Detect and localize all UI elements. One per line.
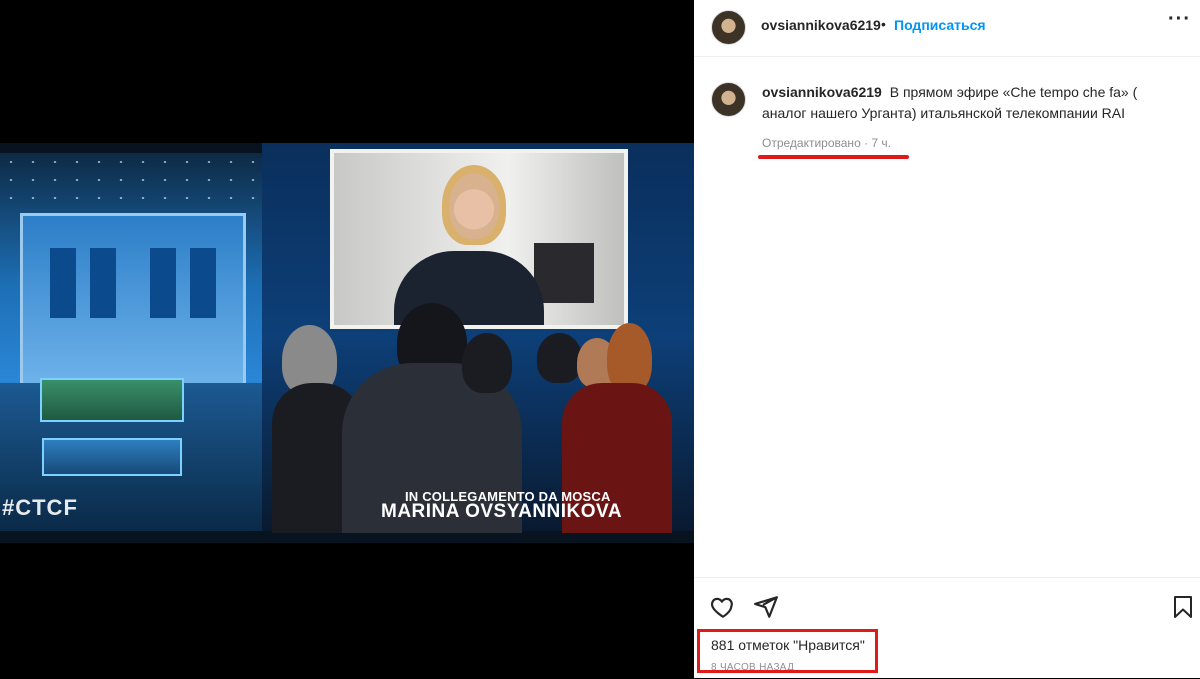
avatar[interactable] (711, 10, 746, 45)
tv-caption-name: MARINA OVSYANNIKOVA (381, 501, 623, 522)
bookmark-icon[interactable] (1171, 594, 1195, 625)
tv-photo: #CTCF IN COLLEGAMENTO DA MOSCA MARINA OV… (0, 143, 694, 543)
author-username[interactable]: ovsiannikova6219 (761, 17, 881, 33)
post-actions: 881 отметок "Нравится" 8 ЧАСОВ НАЗАД (694, 577, 1200, 679)
follow-button[interactable]: Подписаться (894, 17, 986, 33)
comment-username[interactable]: ovsiannikova6219 (762, 84, 882, 100)
annotation-box (697, 629, 878, 673)
avatar[interactable] (711, 82, 746, 117)
studio-set-left: #CTCF (0, 153, 270, 531)
post-header: ovsiannikova6219 • Подписаться ··· (694, 0, 1200, 57)
studio-set-right (262, 143, 694, 533)
heart-icon[interactable] (710, 594, 736, 625)
post-media[interactable]: #CTCF IN COLLEGAMENTO DA MOSCA MARINA OV… (0, 0, 694, 678)
separator-dot: • (881, 16, 886, 32)
post-details-panel: ovsiannikova6219 • Подписаться ··· ovsia… (694, 0, 1200, 678)
share-icon[interactable] (753, 594, 779, 625)
more-icon[interactable]: ··· (1168, 8, 1191, 31)
studio-screen (330, 149, 628, 329)
show-hashtag: #CTCF (2, 495, 78, 520)
caption-text: ovsiannikova6219 В прямом эфире «Che tem… (762, 82, 1182, 124)
annotation-underline (758, 155, 909, 159)
edited-timestamp: Отредактировано · 7 ч. (762, 136, 891, 150)
